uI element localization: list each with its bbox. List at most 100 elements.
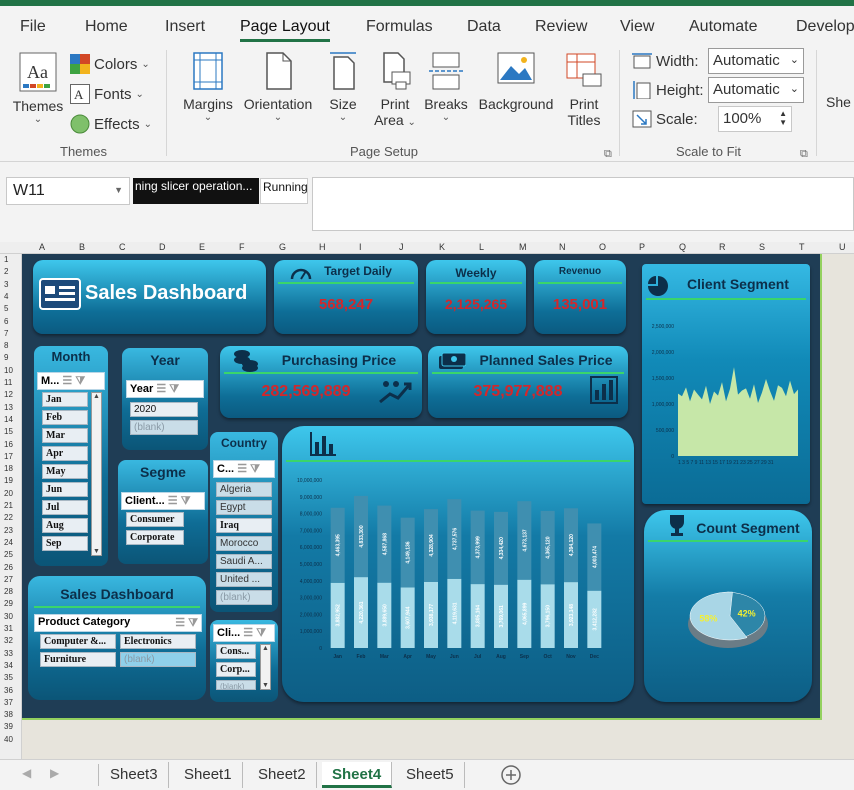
row-header[interactable]: 24 — [4, 538, 13, 547]
row-header[interactable]: 15 — [4, 427, 13, 436]
slicer-item-united[interactable]: United ... — [216, 572, 272, 587]
row-header[interactable]: 11 — [4, 378, 12, 387]
row-header[interactable]: 19 — [4, 476, 13, 485]
row-header[interactable]: 5 — [4, 304, 8, 313]
row-header[interactable]: 14 — [4, 415, 13, 424]
slicer-item-mar[interactable]: Mar — [42, 428, 88, 443]
row-header[interactable]: 27 — [4, 575, 13, 584]
slicer-item-morocco[interactable]: Morocco — [216, 536, 272, 551]
row-header[interactable]: 13 — [4, 403, 13, 412]
product-filter[interactable]: Product Category ☰ ⧩ — [34, 614, 202, 632]
row-header[interactable]: 36 — [4, 686, 13, 695]
row-header[interactable]: 20 — [4, 489, 13, 498]
tab-automate[interactable]: Automate — [689, 18, 757, 36]
background-button[interactable]: Background — [476, 52, 556, 112]
slicer-item-consumer[interactable]: Cons... — [216, 644, 256, 659]
column-header[interactable]: O — [599, 242, 606, 252]
column-header[interactable]: D — [159, 242, 166, 252]
slicer-item-saudi[interactable]: Saudi A... — [216, 554, 272, 569]
row-header[interactable]: 18 — [4, 464, 13, 473]
slicer-item-aug[interactable]: Aug — [42, 518, 88, 533]
print-titles-button[interactable]: Print Titles — [562, 52, 606, 128]
slicer-item-apr[interactable]: Apr — [42, 446, 88, 461]
effects-button[interactable]: Effects ⌄ — [70, 114, 152, 134]
add-sheet-icon[interactable] — [500, 764, 522, 786]
tab-page-layout[interactable]: Page Layout — [240, 18, 330, 42]
row-header[interactable]: 34 — [4, 661, 13, 670]
row-header[interactable]: 12 — [4, 390, 13, 399]
column-header[interactable]: S — [759, 242, 765, 252]
column-header[interactable]: B — [79, 242, 85, 252]
client-filter[interactable]: Cli... ☰ ⧩ — [213, 624, 275, 642]
column-header[interactable]: T — [799, 242, 805, 252]
row-header[interactable]: 17 — [4, 452, 13, 461]
column-header[interactable]: K — [439, 242, 445, 252]
tab-developer[interactable]: Develop — [796, 18, 854, 36]
tab-file[interactable]: File — [20, 18, 46, 36]
slicer-item-consumer[interactable]: Consumer — [126, 512, 184, 527]
tab-formulas[interactable]: Formulas — [366, 18, 433, 36]
row-header[interactable]: 9 — [4, 353, 8, 362]
slicer-item-electronics[interactable]: Electronics — [120, 634, 196, 649]
scale-spinner[interactable]: 100% ▲ ▼ — [718, 106, 792, 132]
row-header[interactable]: 7 — [4, 329, 8, 338]
column-header[interactable]: E — [199, 242, 205, 252]
row-header[interactable]: 23 — [4, 526, 13, 535]
sheet-tab-sheet5[interactable]: Sheet5 — [396, 762, 465, 788]
slicer-item-corporate[interactable]: Corp... — [216, 662, 256, 677]
column-header[interactable]: U — [839, 242, 846, 252]
name-box[interactable]: W11 ▼ — [6, 177, 130, 205]
page-setup-launcher-icon[interactable]: ⧉ — [604, 148, 612, 161]
row-header[interactable]: 22 — [4, 513, 13, 522]
client-scrollbar[interactable] — [260, 644, 271, 690]
segment-filter[interactable]: Client... ☰ ⧩ — [121, 492, 205, 510]
row-header[interactable]: 2 — [4, 267, 8, 276]
slicer-item-computer[interactable]: Computer &... — [40, 634, 116, 649]
tab-view[interactable]: View — [620, 18, 654, 36]
slicer-item-blank[interactable]: (blank) — [120, 652, 196, 667]
scale-launcher-icon[interactable]: ⧉ — [800, 148, 808, 161]
print-area-button[interactable]: Print Area ⌄ — [372, 52, 418, 128]
row-header[interactable]: 6 — [4, 317, 8, 326]
tab-data[interactable]: Data — [467, 18, 501, 36]
row-header[interactable]: 16 — [4, 440, 13, 449]
column-header[interactable]: J — [399, 242, 404, 252]
column-header[interactable]: C — [119, 242, 126, 252]
column-header[interactable]: N — [559, 242, 566, 252]
column-header[interactable]: L — [479, 242, 484, 252]
column-header[interactable]: G — [279, 242, 286, 252]
sheet-tab-sheet2[interactable]: Sheet2 — [248, 762, 317, 788]
sheet-options-cut-label[interactable]: She — [826, 94, 854, 110]
slicer-item-feb[interactable]: Feb — [42, 410, 88, 425]
slicer-item-blank[interactable]: (blank) — [216, 680, 256, 690]
orientation-button[interactable]: Orientation ⌄ — [240, 52, 316, 123]
row-header[interactable]: 8 — [4, 341, 8, 350]
column-header[interactable]: F — [239, 242, 245, 252]
row-header[interactable]: 30 — [4, 612, 13, 621]
slicer-item-jan[interactable]: Jan — [42, 392, 88, 407]
row-header[interactable]: 32 — [4, 636, 13, 645]
slicer-item-iraq[interactable]: Iraq — [216, 518, 272, 533]
slicer-item-corporate[interactable]: Corporate — [126, 530, 184, 545]
row-header[interactable]: 1 — [4, 255, 8, 264]
spinner-arrows-icon[interactable]: ▲ ▼ — [779, 109, 787, 127]
row-header[interactable]: 4 — [4, 292, 8, 301]
slicer-item-sep[interactable]: Sep — [42, 536, 88, 551]
row-header[interactable]: 28 — [4, 587, 13, 596]
row-header[interactable]: 33 — [4, 649, 13, 658]
formula-input[interactable] — [312, 177, 854, 231]
scroll-right-icon[interactable]: ▶ — [50, 766, 59, 780]
row-header[interactable]: 31 — [4, 624, 13, 633]
colors-button[interactable]: Colors ⌄ — [70, 54, 150, 74]
slicer-item-jun[interactable]: Jun — [42, 482, 88, 497]
themes-button[interactable]: Aa Themes ⌄ — [12, 52, 64, 125]
month-scrollbar[interactable] — [91, 392, 102, 556]
column-header[interactable]: Q — [679, 242, 686, 252]
row-header[interactable]: 29 — [4, 599, 13, 608]
row-header[interactable]: 10 — [4, 366, 13, 375]
fonts-button[interactable]: A Fonts ⌄ — [70, 84, 144, 104]
tab-review[interactable]: Review — [535, 18, 587, 36]
slicer-item-blank[interactable]: (blank) — [130, 420, 198, 435]
height-select[interactable]: Automatic ⌄ — [708, 77, 804, 103]
slicer-item-furniture[interactable]: Furniture — [40, 652, 116, 667]
